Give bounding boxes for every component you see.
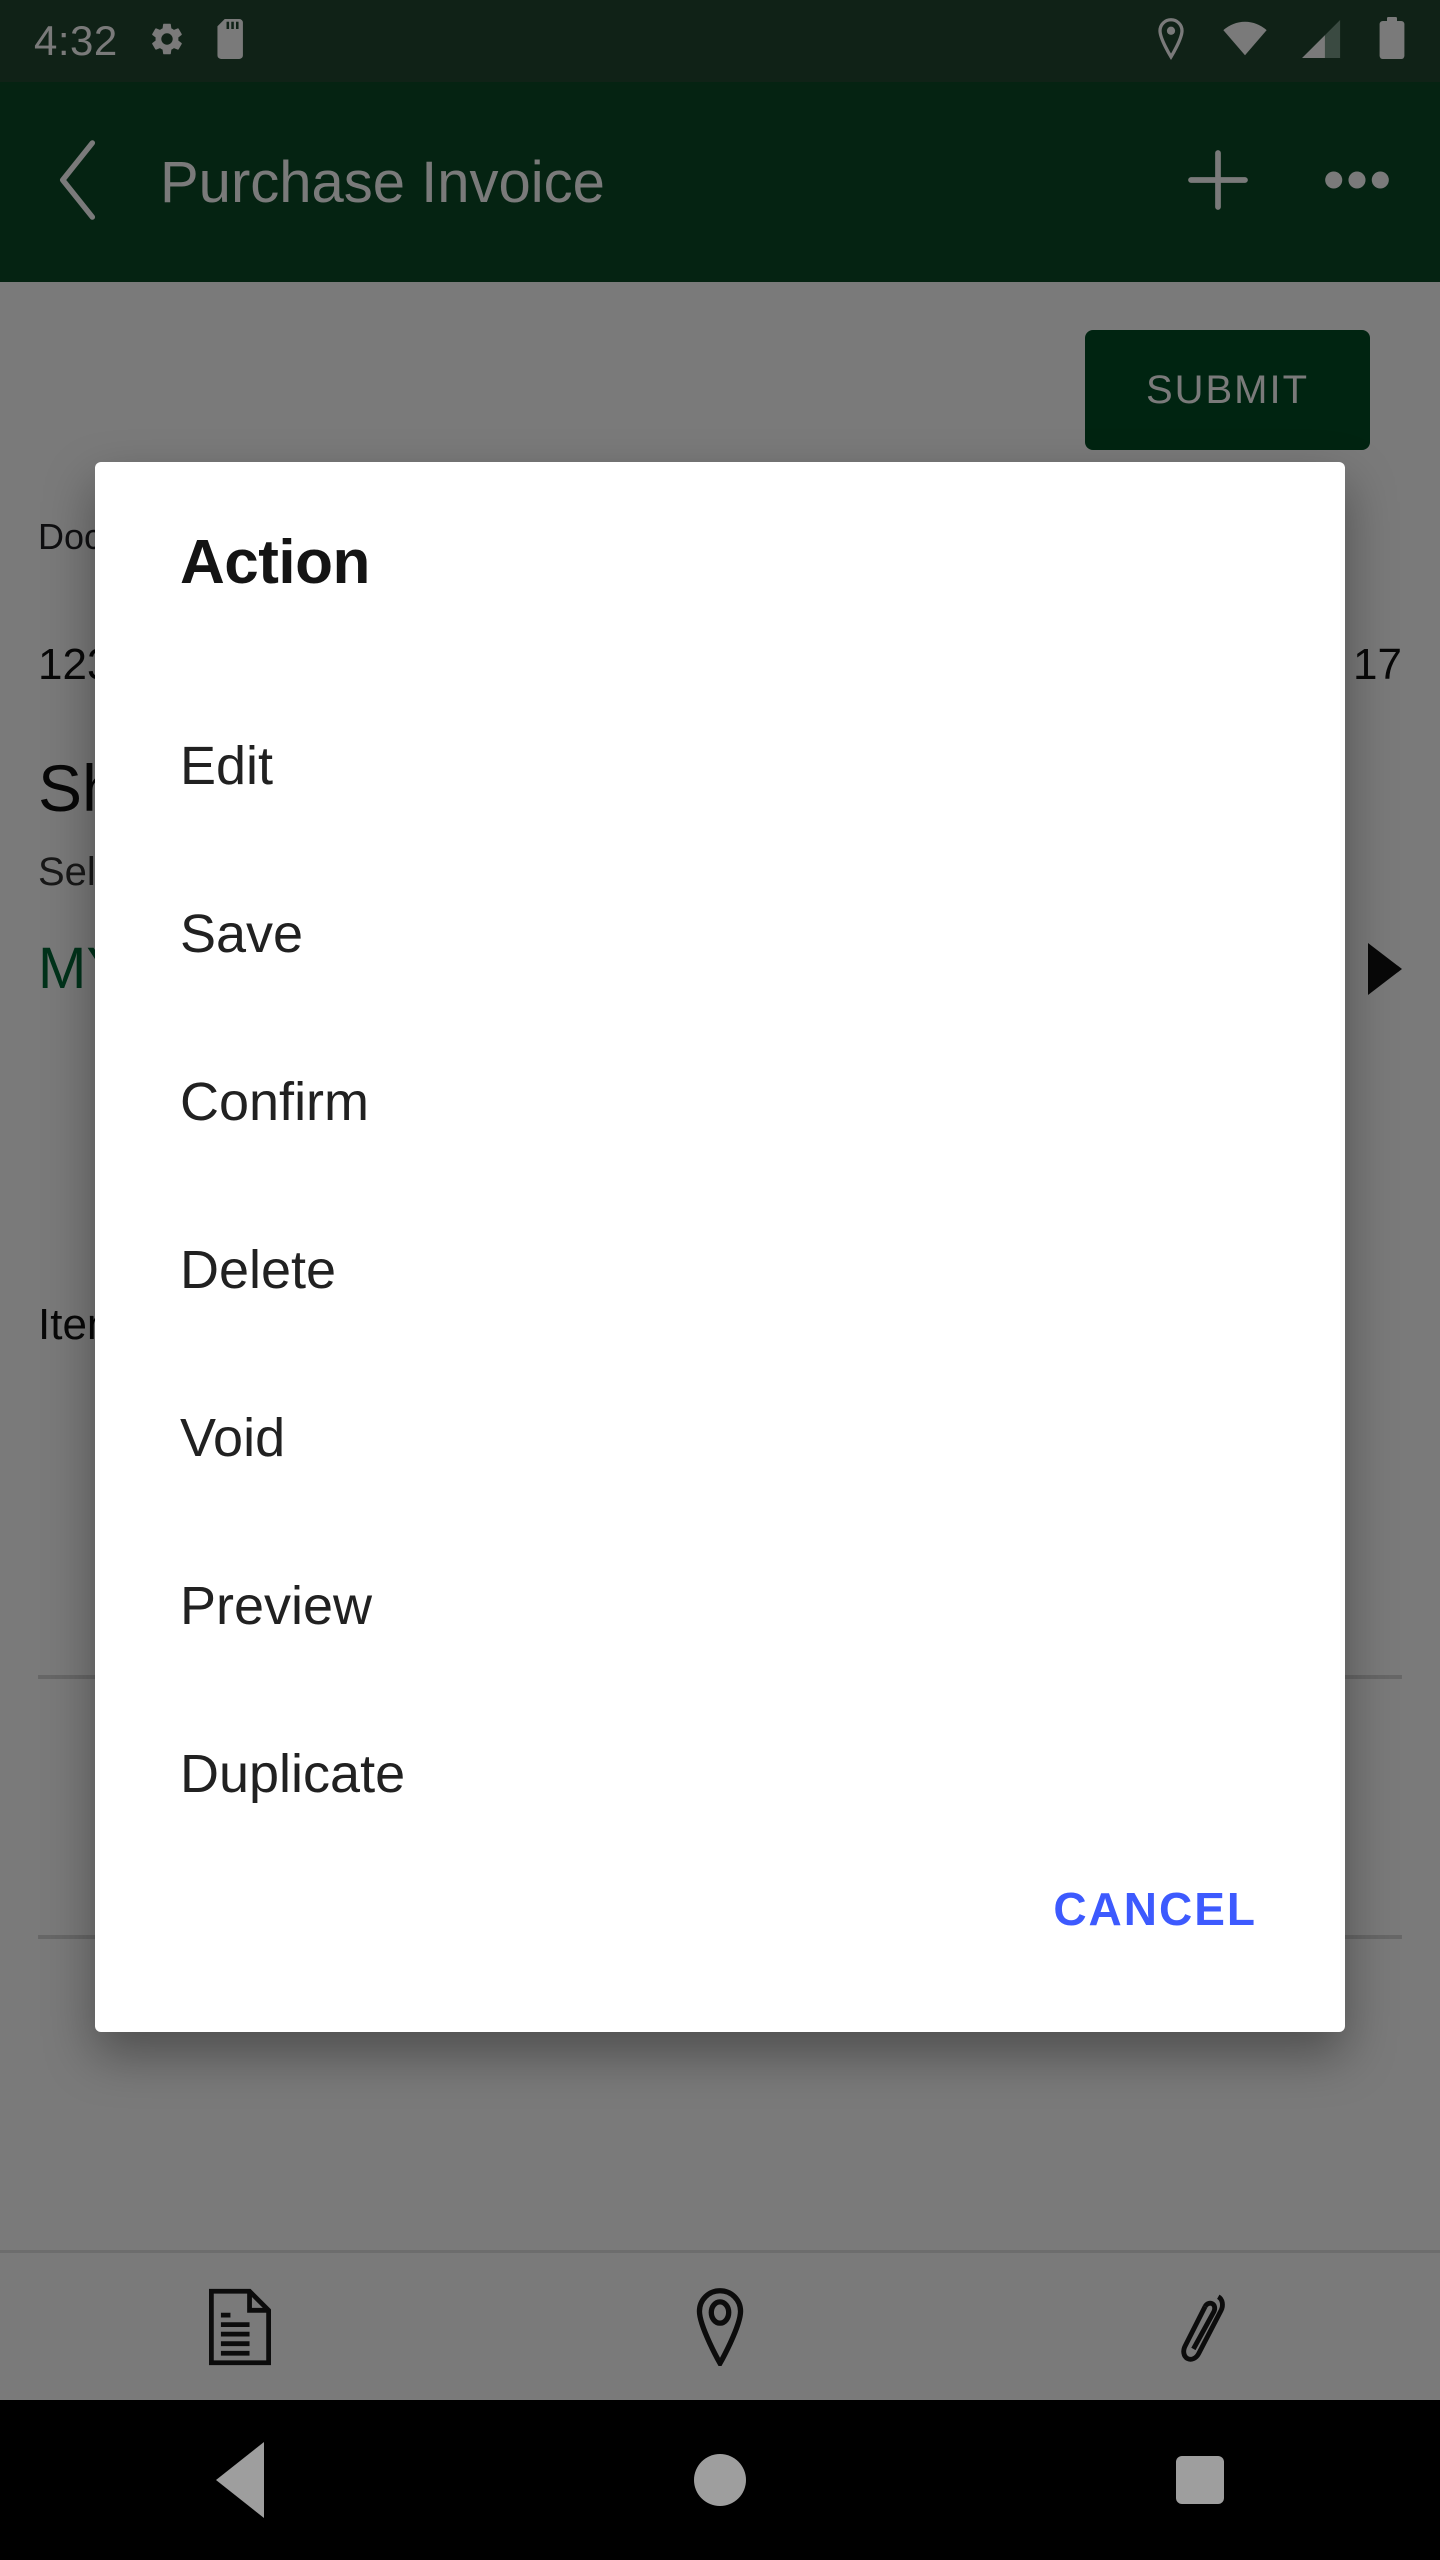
back-triangle-icon xyxy=(216,2442,264,2518)
list-item[interactable]: Duplicate xyxy=(180,1690,1345,1858)
dialog-item-label: Confirm xyxy=(180,1072,370,1132)
dialog-item-label: Preview xyxy=(180,1576,373,1636)
dialog-actions: CANCEL xyxy=(1043,1868,1267,1950)
nav-recents-button[interactable] xyxy=(960,2456,1440,2504)
dialog-item-label: Void xyxy=(180,1408,286,1468)
dialog-title: Action xyxy=(180,528,370,597)
list-item[interactable]: Preview xyxy=(180,1522,1345,1690)
dialog-item-label: Edit xyxy=(180,736,274,796)
dialog-item-label: Delete xyxy=(180,1240,337,1300)
dialog-item-label: Duplicate xyxy=(180,1744,406,1804)
android-navigation-bar xyxy=(0,2400,1440,2560)
cancel-button[interactable]: CANCEL xyxy=(1043,1868,1267,1950)
list-item[interactable]: Edit xyxy=(180,682,1345,850)
nav-home-button[interactable] xyxy=(480,2454,960,2506)
home-circle-icon xyxy=(694,2454,746,2506)
dialog-item-label: Save xyxy=(180,904,304,964)
action-dialog: Action Edit Save Confirm Delete Void Pre… xyxy=(95,462,1345,2032)
dialog-option-list: Edit Save Confirm Delete Void Preview Du… xyxy=(180,682,1345,1858)
list-item[interactable]: Delete xyxy=(180,1186,1345,1354)
list-item[interactable]: Void xyxy=(180,1354,1345,1522)
nav-back-button[interactable] xyxy=(0,2442,480,2518)
phone-screen: 4:32 xyxy=(0,0,1440,2560)
list-item[interactable]: Confirm xyxy=(180,1018,1345,1186)
list-item[interactable]: Save xyxy=(180,850,1345,1018)
recents-square-icon xyxy=(1176,2456,1224,2504)
